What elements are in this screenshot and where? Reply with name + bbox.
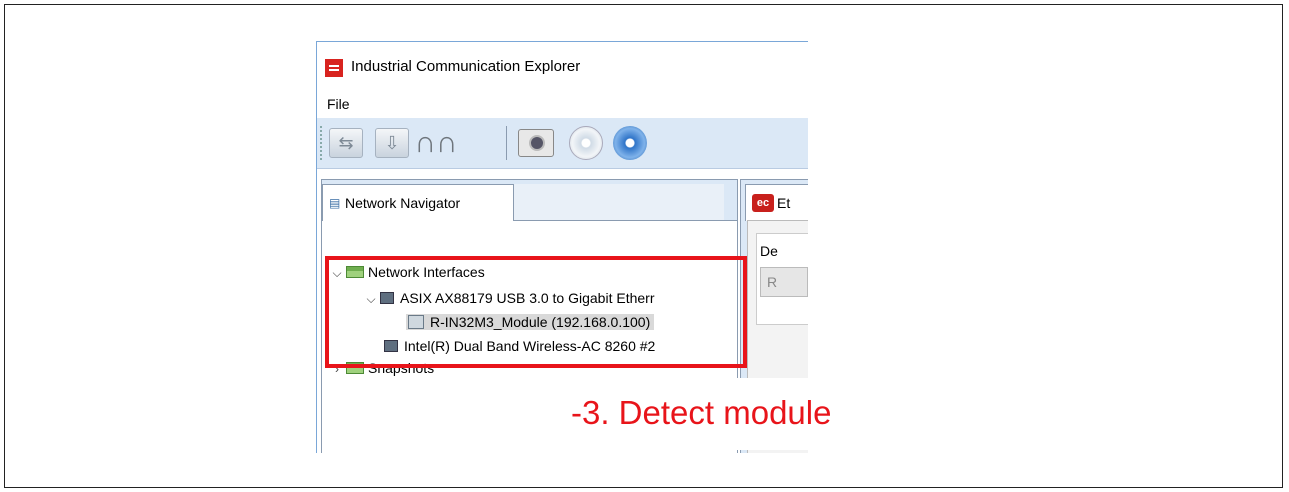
menu-bar: File: [317, 90, 808, 118]
forward-arrow-icon[interactable]: ⇆: [327, 124, 365, 162]
detect-highlight-box: [325, 256, 747, 368]
tab-strip-fill: [514, 184, 724, 220]
navigator-tabstrip: ▤ Network Navigator: [322, 180, 737, 221]
device-field[interactable]: R: [760, 267, 808, 297]
camera-icon[interactable]: [517, 124, 555, 162]
toolbar-grip[interactable]: [320, 126, 324, 160]
binoculars-icon[interactable]: ∩∩: [414, 124, 457, 162]
toolbar-separator: [506, 126, 507, 160]
menu-file[interactable]: File: [327, 96, 350, 112]
title-bar: Industrial Communication Explorer: [317, 42, 808, 90]
device-group-label: De: [760, 243, 778, 259]
network-tree-icon: ▤: [329, 196, 341, 210]
window-title: Industrial Communication Explorer: [351, 58, 581, 75]
toolbar: ⇆ ⇩ ∩∩: [317, 118, 808, 169]
app-logo-icon: [325, 59, 343, 77]
download-arrow-icon[interactable]: ⇩: [373, 124, 411, 162]
annotation-text: -3. Detect module: [571, 394, 832, 431]
annotation-callout: -3. Detect module: [553, 378, 989, 450]
tab-network-navigator[interactable]: ▤ Network Navigator: [322, 184, 514, 221]
disc-gray-icon[interactable]: [567, 124, 605, 162]
tab-label: Network Navigator: [345, 195, 461, 211]
ec-logo-icon: ec: [752, 194, 774, 212]
tab-label: Et: [777, 195, 791, 211]
tab-device[interactable]: ec Et: [745, 184, 808, 221]
disc-blue-icon[interactable]: [611, 124, 649, 162]
